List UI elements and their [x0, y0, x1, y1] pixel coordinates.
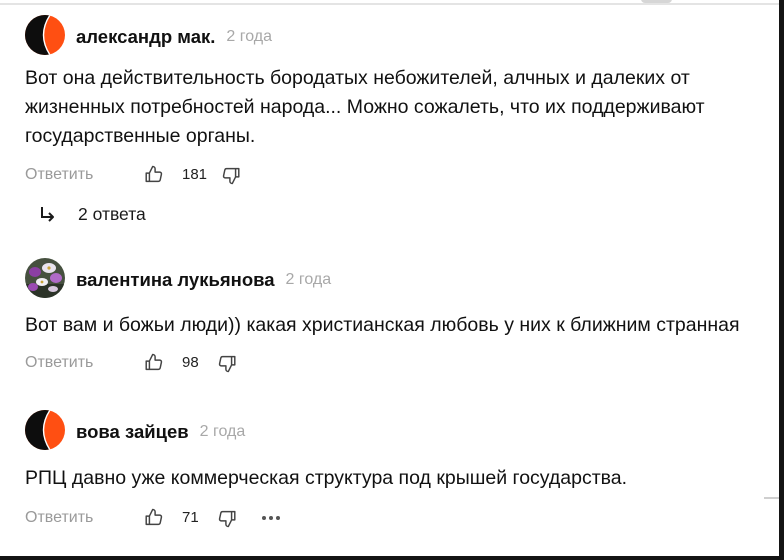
- window-right-border: [779, 0, 784, 560]
- reply-button[interactable]: Ответить: [25, 506, 93, 530]
- photo-avatar-icon: [25, 258, 65, 298]
- default-avatar-icon: [25, 410, 65, 450]
- thumbs-down-icon[interactable]: [216, 353, 238, 375]
- thumbs-up-icon[interactable]: [143, 506, 165, 528]
- window-bottom-border: [0, 556, 784, 560]
- comment-age: 2 года: [226, 28, 273, 45]
- avatar[interactable]: [25, 15, 65, 55]
- avatar[interactable]: [25, 258, 65, 298]
- replies-count-label: 2 ответа: [78, 204, 146, 224]
- reply-button[interactable]: Ответить: [25, 163, 93, 187]
- thumbs-up-icon[interactable]: [143, 163, 165, 185]
- avatar[interactable]: [25, 410, 65, 450]
- comment-text-line: жизненных потребностей народа... Можно с…: [25, 96, 705, 118]
- comment-age: 2 года: [199, 423, 246, 440]
- reply-arrow-icon: [41, 207, 54, 222]
- comment-text-line: Вот вам и божьи люди)) какая христианска…: [25, 314, 740, 336]
- comment-header: александр мак. 2 года: [76, 25, 272, 49]
- top-divider: [0, 3, 779, 5]
- author-name[interactable]: вова зайцев: [76, 420, 189, 444]
- thumbs-up-icon[interactable]: [143, 351, 165, 373]
- top-scroll-handle: [641, 0, 672, 3]
- like-count: 71: [182, 509, 199, 526]
- like-count: 181: [182, 166, 208, 183]
- default-avatar-icon: [25, 15, 65, 55]
- comment-text-line: государственные органы.: [25, 125, 256, 147]
- side-divider: [764, 497, 779, 499]
- show-replies-link[interactable]: 2 ответа: [38, 202, 146, 226]
- comment-text-line: Вот она действительность бородатых небож…: [25, 67, 690, 89]
- thumbs-down-icon[interactable]: [220, 165, 242, 187]
- reply-button[interactable]: Ответить: [25, 351, 93, 375]
- thumbs-down-icon[interactable]: [216, 508, 238, 530]
- comment-age: 2 года: [285, 271, 332, 288]
- comment-text-line: РПЦ давно уже коммерческая структура под…: [25, 467, 628, 489]
- comment-header: валентина лукьянова 2 года: [76, 268, 331, 292]
- comment-header: вова зайцев 2 года: [76, 420, 245, 444]
- like-count: 98: [182, 354, 199, 371]
- author-name[interactable]: валентина лукьянова: [76, 268, 275, 292]
- author-name[interactable]: александр мак.: [76, 25, 215, 49]
- more-dots-icon[interactable]: [261, 515, 281, 521]
